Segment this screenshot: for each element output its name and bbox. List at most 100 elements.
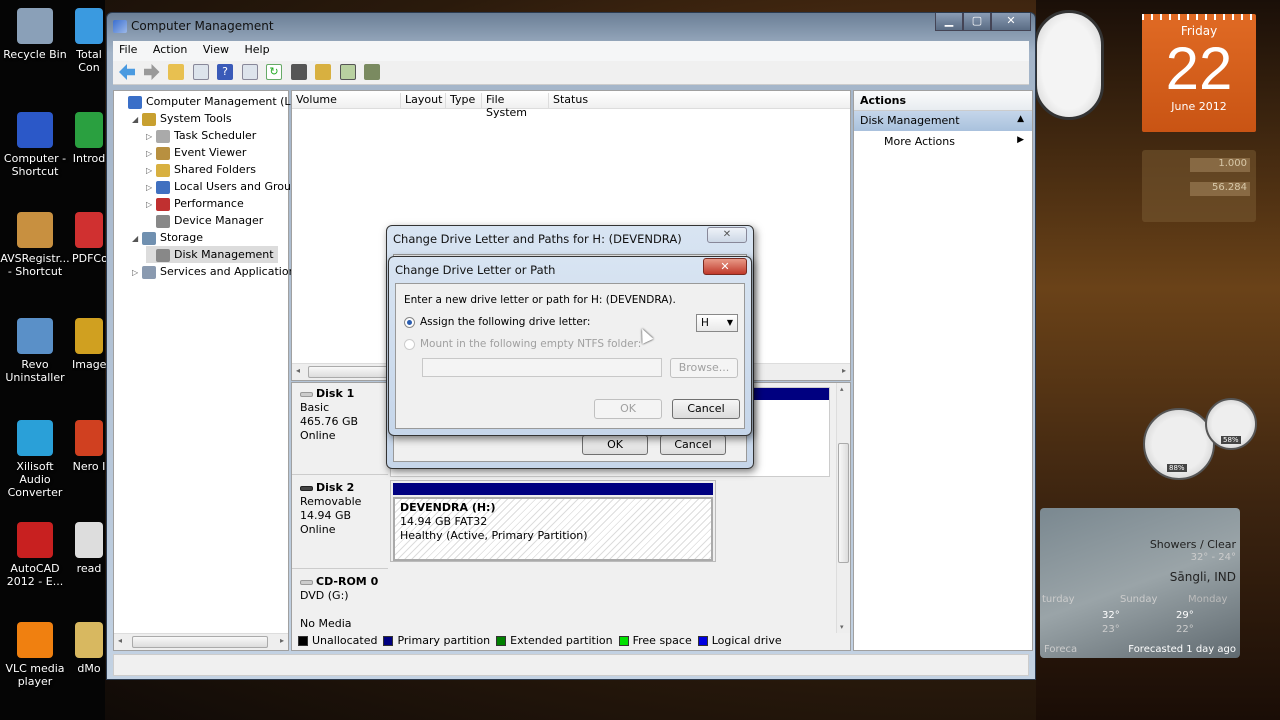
- close-button[interactable]: ✕: [991, 13, 1031, 31]
- expander-icon[interactable]: ▷: [146, 128, 156, 145]
- desktop-icon[interactable]: Nero I: [72, 420, 106, 473]
- outer-ok-button[interactable]: OK: [582, 435, 648, 455]
- minimize-button[interactable]: ▁: [935, 13, 963, 31]
- scroll-left-arrow[interactable]: ◂: [296, 366, 300, 375]
- desktop-icon[interactable]: Xilisoft Audio Converter: [0, 420, 70, 499]
- tree-item[interactable]: Computer Management (Local: [118, 93, 313, 110]
- tree-item[interactable]: Device Manager: [146, 212, 263, 229]
- ok-button[interactable]: OK: [594, 399, 662, 419]
- desktop-icon[interactable]: Image: [72, 318, 106, 371]
- desktop-icon[interactable]: AVSRegistr... - Shortcut: [0, 212, 70, 278]
- expander-icon[interactable]: ▷: [146, 196, 156, 213]
- tree-item[interactable]: Disk Management: [146, 246, 278, 263]
- graph-vertical-scrollbar[interactable]: ▴ ▾: [836, 383, 850, 633]
- menu-action[interactable]: Action: [147, 41, 193, 58]
- volume-row[interactable]: TOSHIBA EXT (I:)SimpleBasicNTFSHealthy (…: [292, 190, 850, 206]
- tree-item[interactable]: ▷ Event Viewer: [146, 144, 246, 161]
- desktop-icon[interactable]: Introd: [72, 112, 106, 165]
- tree-item[interactable]: ▷ Services and Applications: [132, 263, 301, 280]
- collapse-icon[interactable]: ▲: [1017, 114, 1024, 124]
- volume-row[interactable]: DEVENDRA (H:)SimpleBasicFAT32Healthy (Ac…: [292, 174, 850, 190]
- meter-gadget[interactable]: 88%: [1143, 408, 1215, 480]
- mount-folder-option[interactable]: Mount in the following empty NTFS folder…: [404, 338, 641, 350]
- folder-path-input[interactable]: [422, 358, 662, 377]
- volume-row[interactable]: (F:)SimpleBasicNTFSHealthy (Logical Driv…: [292, 158, 850, 174]
- scroll-right-arrow[interactable]: ▸: [280, 636, 284, 645]
- cancel-button[interactable]: Cancel: [672, 399, 740, 419]
- desktop-icon[interactable]: VLC media player: [0, 622, 70, 688]
- scroll-left-arrow[interactable]: ◂: [118, 636, 122, 645]
- tree-item[interactable]: ▷ Shared Folders: [146, 161, 256, 178]
- scroll-down-arrow[interactable]: ▾: [840, 623, 844, 631]
- show-hide-tree-icon[interactable]: [192, 64, 209, 80]
- settings-icon[interactable]: [364, 64, 380, 80]
- desktop-icon[interactable]: PDFCo: [72, 212, 106, 265]
- inner-dialog-close-button[interactable]: ✕: [703, 258, 747, 275]
- tree-item[interactable]: ▷ Performance: [146, 195, 244, 212]
- back-icon[interactable]: [119, 64, 135, 80]
- expander-icon[interactable]: ▷: [146, 162, 156, 179]
- weather-provider[interactable]: Foreca: [1044, 644, 1077, 655]
- desktop-icon[interactable]: Revo Uninstaller: [0, 318, 70, 384]
- help-icon[interactable]: ?: [217, 64, 233, 80]
- tree-horizontal-scrollbar[interactable]: ◂ ▸: [114, 633, 288, 650]
- expander-icon[interactable]: ▷: [132, 264, 142, 281]
- show-hide-action-icon[interactable]: [241, 64, 258, 80]
- expander-icon[interactable]: ◢: [132, 111, 142, 128]
- tree-item[interactable]: ▷ Local Users and Groups: [146, 178, 304, 195]
- mount-folder-radio[interactable]: [404, 338, 415, 350]
- actions-section-disk-management[interactable]: Disk Management ▲: [854, 111, 1032, 131]
- cdrom-label[interactable]: CD-ROM 0 DVD (G:) No Media: [292, 571, 388, 643]
- refresh-icon[interactable]: ↻: [266, 64, 282, 80]
- assign-letter-radio[interactable]: [404, 316, 415, 328]
- menu-help[interactable]: Help: [238, 41, 275, 58]
- up-folder-icon[interactable]: [168, 64, 184, 80]
- outer-dialog-close-button[interactable]: ✕: [707, 227, 747, 243]
- col-file-system[interactable]: File System: [481, 93, 548, 119]
- tree-item[interactable]: ◢ System Tools: [132, 110, 232, 127]
- weather-gadget[interactable]: Showers / Clear 32° - 24° Sāngli, IND tu…: [1040, 508, 1240, 658]
- currency-to-value[interactable]: 56.284: [1190, 182, 1250, 196]
- scroll-thumb[interactable]: [132, 636, 268, 648]
- action-more-actions[interactable]: More Actions ▶: [854, 131, 1032, 153]
- desktop-icon[interactable]: Computer - Shortcut: [0, 112, 70, 178]
- outer-cancel-button[interactable]: Cancel: [660, 435, 726, 455]
- maximize-button[interactable]: ▢: [963, 13, 991, 31]
- desktop-icon[interactable]: Recycle Bin: [0, 8, 70, 61]
- expander-icon[interactable]: ◢: [132, 230, 142, 247]
- tree-item[interactable]: ▷ Task Scheduler: [146, 127, 256, 144]
- properties-icon[interactable]: [290, 64, 307, 80]
- menu-view[interactable]: View: [197, 41, 235, 58]
- search-icon[interactable]: [339, 64, 356, 80]
- title-bar[interactable]: Computer Management ▁ ▢ ✕: [107, 13, 1035, 41]
- scroll-thumb[interactable]: [838, 443, 849, 563]
- volume-row[interactable]: (E:)SimpleBasicNTFSHealthy (Logical Driv…: [292, 142, 850, 158]
- scroll-right-arrow[interactable]: ▸: [842, 366, 846, 375]
- col-type[interactable]: Type: [445, 93, 481, 108]
- disk-2-label[interactable]: Disk 2 Removable 14.94 GB Online: [292, 477, 388, 569]
- menu-file[interactable]: File: [113, 41, 143, 58]
- forward-icon[interactable]: [143, 64, 160, 80]
- desktop-icon[interactable]: read: [72, 522, 106, 575]
- expander-icon[interactable]: ▷: [146, 179, 156, 196]
- disk-1-label[interactable]: Disk 1 Basic 465.76 GB Online: [292, 383, 388, 475]
- clock-gadget[interactable]: [1034, 10, 1104, 120]
- tree-item[interactable]: ◢ Storage: [132, 229, 203, 246]
- open-icon[interactable]: [315, 64, 331, 80]
- meter-gadget-small[interactable]: 58%: [1205, 398, 1257, 450]
- browse-button[interactable]: Browse...: [670, 358, 738, 378]
- desktop-icon[interactable]: AutoCAD 2012 - E...: [0, 522, 70, 588]
- scroll-up-arrow[interactable]: ▴: [840, 385, 844, 393]
- col-layout[interactable]: Layout: [400, 93, 445, 108]
- desktop-icon[interactable]: Total Con: [72, 8, 106, 74]
- partition-devendra[interactable]: DEVENDRA (H:) 14.94 GB FAT32 Healthy (Ac…: [390, 480, 716, 562]
- col-volume[interactable]: Volume: [292, 93, 400, 108]
- col-status[interactable]: Status: [548, 93, 852, 108]
- desktop-icon[interactable]: dMo: [72, 622, 106, 675]
- drive-letter-select[interactable]: H ▼: [696, 314, 738, 332]
- currency-gadget[interactable]: 1.000 56.284: [1142, 150, 1256, 222]
- volume-row[interactable]: (D:)SimpleBasicNTFSHealthy (Logical Driv…: [292, 126, 850, 142]
- scroll-thumb[interactable]: [308, 366, 388, 378]
- volume-row[interactable]: (C:)SimpleBasicNTFSHealthy (System, Boot…: [292, 110, 850, 126]
- expander-icon[interactable]: ▷: [146, 145, 156, 162]
